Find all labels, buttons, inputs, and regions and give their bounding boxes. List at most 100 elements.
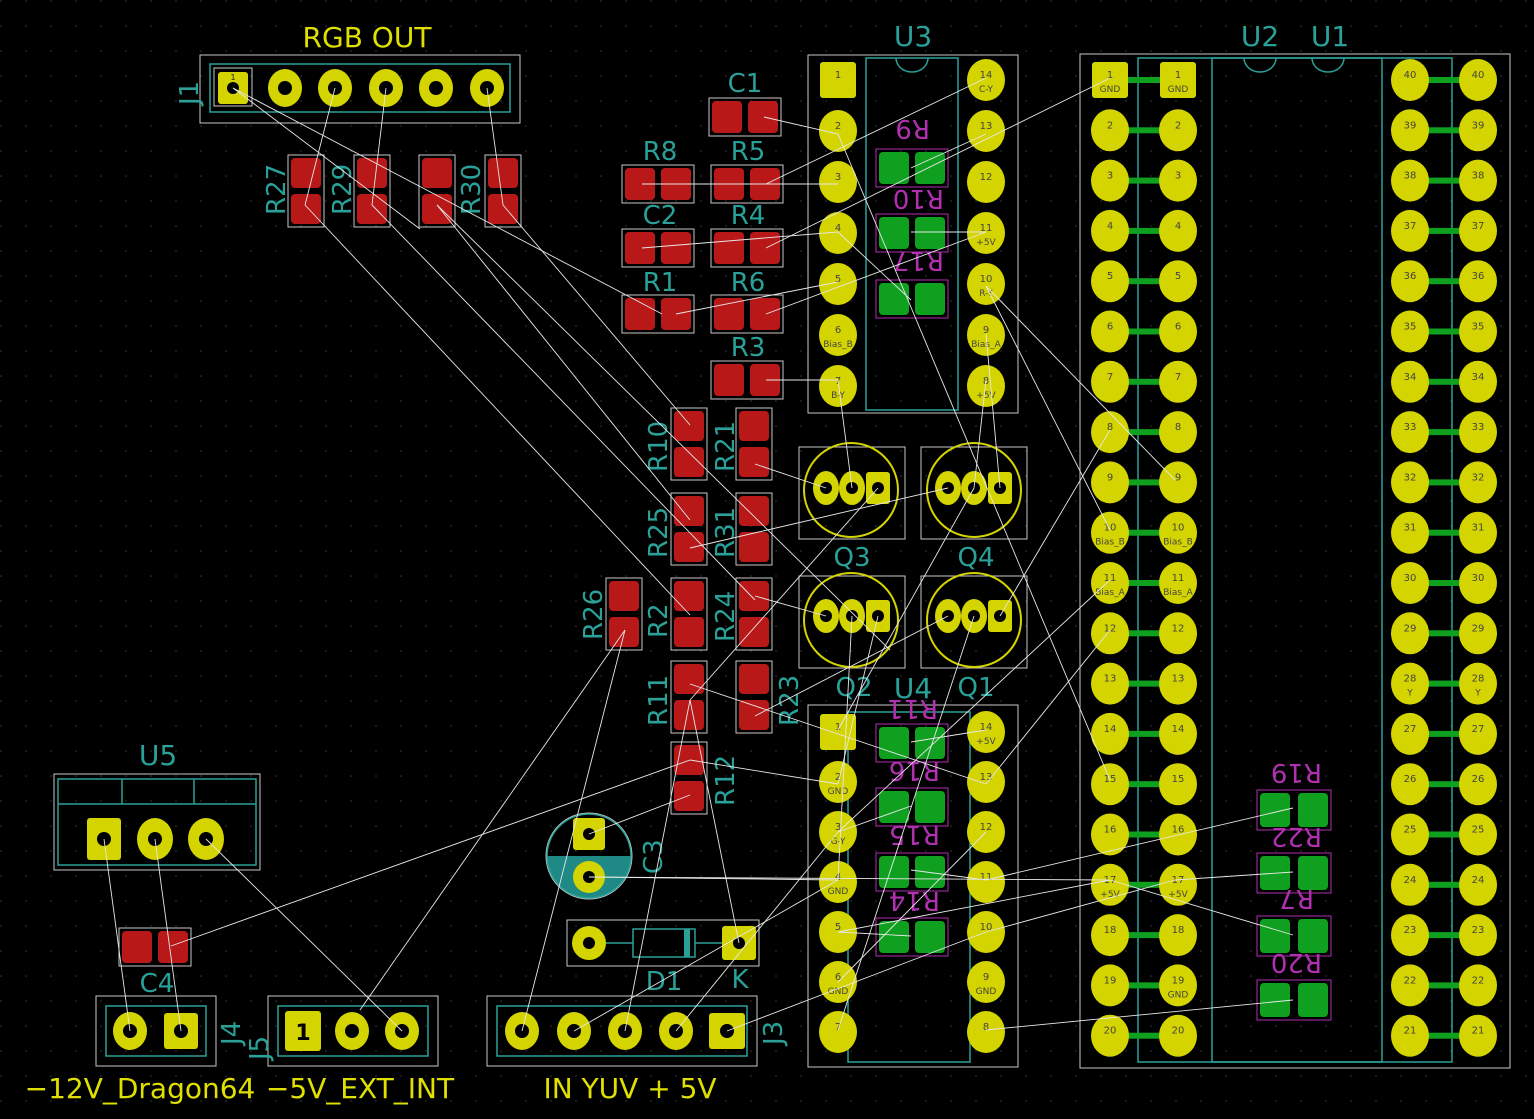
u2-pad-6[interactable]: 6: [1091, 310, 1129, 353]
u2-pad-22[interactable]: 22: [1459, 964, 1497, 1007]
u1-pad-22[interactable]: 22: [1391, 964, 1429, 1007]
u3-pad-8[interactable]: 8+5V: [967, 365, 1005, 407]
u3-pad-7[interactable]: 7B-Y: [819, 365, 857, 407]
u1-pad-20[interactable]: 20: [1159, 1014, 1197, 1057]
u3-pad-12[interactable]: 12: [967, 161, 1005, 203]
u4-pad-11[interactable]: 11: [967, 861, 1005, 903]
u2-pad-18[interactable]: 18: [1091, 914, 1129, 957]
u3-pad-11[interactable]: 11+5V: [967, 212, 1005, 254]
u1-pad-12[interactable]: 12: [1159, 612, 1197, 655]
u2-pad-34[interactable]: 34: [1459, 360, 1497, 403]
u1-pad-15[interactable]: 15: [1159, 763, 1197, 806]
u2-pad-39[interactable]: 39: [1459, 109, 1497, 152]
u1-pad-16[interactable]: 16: [1159, 813, 1197, 856]
u2-pad-25[interactable]: 25: [1459, 813, 1497, 856]
u1-pad-37[interactable]: 37: [1391, 209, 1429, 252]
u1-pad-7[interactable]: 7: [1159, 360, 1197, 403]
u4-pad-8[interactable]: 8: [967, 1011, 1005, 1053]
svg-text:J3: J3: [759, 1021, 789, 1047]
u2-pad-30[interactable]: 30: [1459, 562, 1497, 604]
u1-pad-3[interactable]: 3: [1159, 159, 1197, 202]
u1-pad-5[interactable]: 5: [1159, 260, 1197, 303]
u2-pad-24[interactable]: 24: [1459, 863, 1497, 906]
u2-pad-10[interactable]: 10 Bias_B: [1091, 511, 1129, 554]
u1-pad-11[interactable]: 11 Bias_A: [1159, 562, 1197, 604]
u2-pad-27[interactable]: 27: [1459, 712, 1497, 755]
u1-pad-1[interactable]: 1 GND: [1160, 62, 1196, 98]
u2-pad-22-label: 22: [1472, 975, 1485, 986]
u1-pad-29[interactable]: 29: [1391, 612, 1429, 655]
u2-pad-8[interactable]: 8: [1091, 411, 1129, 454]
u2-pad-5[interactable]: 5: [1091, 260, 1129, 303]
u1-pad-17[interactable]: 17+5V: [1159, 863, 1197, 906]
u2-pad-2[interactable]: 2: [1091, 109, 1129, 152]
svg-text:C4: C4: [140, 969, 175, 999]
u2-pad-20[interactable]: 20: [1091, 1014, 1129, 1057]
u2-pad-24-label: 24: [1472, 875, 1485, 886]
u2-pad-4-label: 4: [1107, 221, 1113, 232]
u2-pad-29[interactable]: 29: [1459, 612, 1497, 655]
u1-pad-27[interactable]: 27: [1391, 712, 1429, 755]
u1-pad-19[interactable]: 19 GND: [1159, 964, 1197, 1007]
u2-pad-36[interactable]: 36: [1459, 260, 1497, 303]
u2-pad-35[interactable]: 35: [1459, 310, 1497, 353]
u1-pad-30[interactable]: 30: [1391, 562, 1429, 604]
u2-pad-16[interactable]: 16: [1091, 813, 1129, 856]
u1-pad-10[interactable]: 10 Bias_B: [1159, 511, 1197, 554]
u2-pad-23[interactable]: 23: [1459, 914, 1497, 957]
u2-pad-38[interactable]: 38: [1459, 159, 1497, 202]
u1-pad-40[interactable]: 40: [1391, 59, 1429, 101]
u1-pad-26[interactable]: 26: [1391, 763, 1429, 806]
u1-pad-25[interactable]: 25: [1391, 813, 1429, 856]
u1-pad-36[interactable]: 36: [1391, 260, 1429, 303]
u2-pad-17[interactable]: 17+5V: [1091, 863, 1129, 906]
u3-pad-6[interactable]: 6 Bias_B: [819, 314, 857, 356]
u2-pad-32-label: 32: [1472, 472, 1485, 483]
u1-pad-18[interactable]: 18: [1159, 914, 1197, 957]
u2-pad-13[interactable]: 13: [1091, 662, 1129, 705]
u2-pad-12[interactable]: 12: [1091, 612, 1129, 655]
u2-pad-21[interactable]: 21: [1459, 1014, 1497, 1057]
u1-pad-9[interactable]: 9: [1159, 461, 1197, 504]
u3-pad-5[interactable]: 5: [819, 263, 857, 305]
u4-pad-4[interactable]: 4GND: [819, 861, 857, 903]
u2-pad-4[interactable]: 4: [1091, 209, 1129, 252]
u2-pad-33[interactable]: 33: [1459, 411, 1497, 454]
u1-pad-28[interactable]: 28 Y: [1391, 662, 1429, 705]
u1-pad-23[interactable]: 23: [1391, 914, 1429, 957]
u2-pad-26[interactable]: 26: [1459, 763, 1497, 806]
u1-pad-38[interactable]: 38: [1391, 159, 1429, 202]
u1-pad-2[interactable]: 2: [1159, 109, 1197, 152]
u3-pad-14[interactable]: 14 C-Y: [967, 59, 1005, 101]
u1-pad-35[interactable]: 35: [1391, 310, 1429, 353]
u1-pad-31[interactable]: 31: [1391, 511, 1429, 554]
u3-pad-3[interactable]: 3: [819, 161, 857, 203]
u2-pad-1[interactable]: 1GND: [1092, 62, 1128, 98]
u3-pad-10[interactable]: 10 R-Y: [967, 263, 1005, 305]
u1-pad-39[interactable]: 39: [1391, 109, 1429, 152]
u1-pad-32[interactable]: 32: [1391, 461, 1429, 504]
u4-pad-9[interactable]: 9 GND: [967, 961, 1005, 1003]
u2-pad-40[interactable]: 40: [1459, 59, 1497, 101]
u2-pad-3[interactable]: 3: [1091, 159, 1129, 202]
u1-pad-21[interactable]: 21: [1391, 1014, 1429, 1057]
u2-pad-15[interactable]: 15: [1091, 763, 1129, 806]
u2-pad-19[interactable]: 19: [1091, 964, 1129, 1007]
u3-pad-1[interactable]: 1: [820, 62, 856, 98]
u4-pad-7[interactable]: 7: [819, 1011, 857, 1053]
u2-pad-9[interactable]: 9: [1091, 461, 1129, 504]
u2-pad-11[interactable]: 11Bias_A: [1091, 562, 1129, 604]
u1-pad-24[interactable]: 24: [1391, 863, 1429, 906]
u2-pad-31[interactable]: 31: [1459, 511, 1497, 554]
u2-pad-37[interactable]: 37: [1459, 209, 1497, 252]
u2-pad-7[interactable]: 7: [1091, 360, 1129, 403]
u1-pad-13[interactable]: 13: [1159, 662, 1197, 705]
u1-pad-6[interactable]: 6: [1159, 310, 1197, 353]
u1-pad-33[interactable]: 33: [1391, 411, 1429, 454]
u1-pad-14[interactable]: 14: [1159, 712, 1197, 755]
u2-pad-32[interactable]: 32: [1459, 461, 1497, 504]
u1-pad-34[interactable]: 34: [1391, 360, 1429, 403]
u2-pad-28[interactable]: 28 Y: [1459, 662, 1497, 705]
u1-pad-4[interactable]: 4: [1159, 209, 1197, 252]
u1-pad-8[interactable]: 8: [1159, 411, 1197, 454]
